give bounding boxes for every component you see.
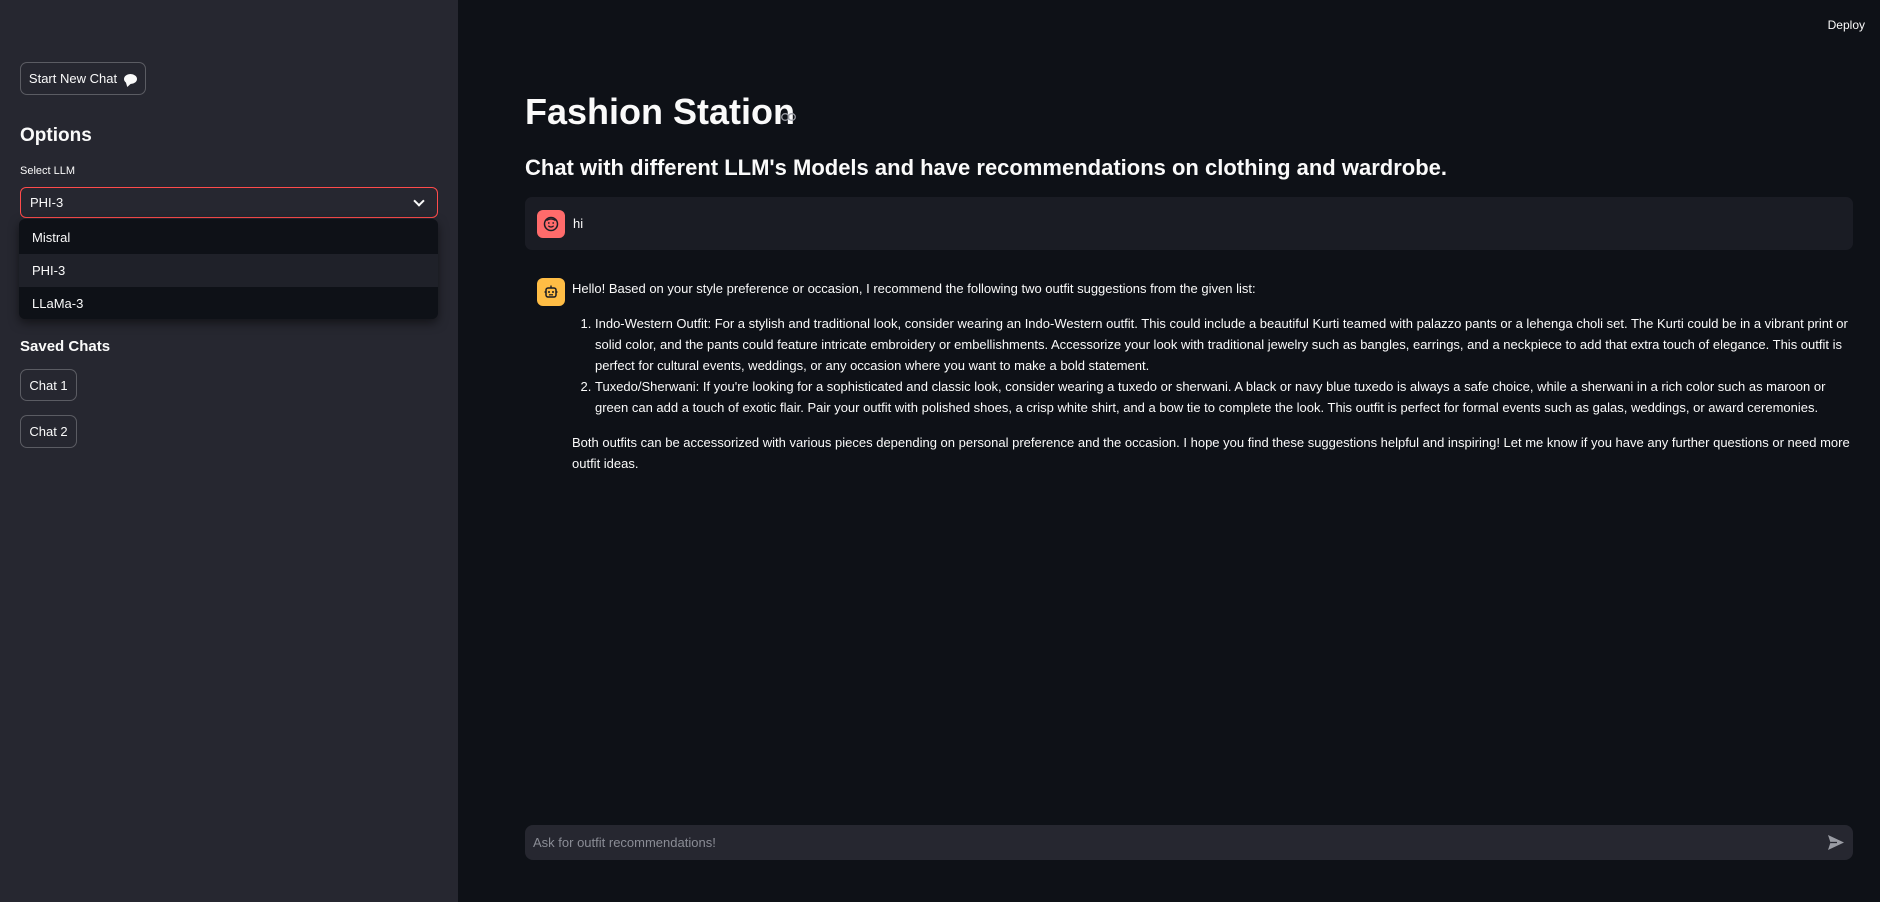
outfit-item-2: Tuxedo/Sherwani: If you're looking for a… <box>595 376 1854 418</box>
speech-bubble-icon <box>124 73 138 84</box>
chat-input[interactable] <box>525 825 1805 860</box>
deploy-button[interactable]: Deploy <box>1828 18 1865 32</box>
outfit-list: Indo-Western Outfit: For a stylish and t… <box>572 313 1854 418</box>
outfit-item-1: Indo-Western Outfit: For a stylish and t… <box>595 313 1854 376</box>
link-icon[interactable] <box>781 113 796 121</box>
chevron-down-icon <box>413 195 425 207</box>
start-new-chat-button[interactable]: Start New Chat <box>20 62 146 95</box>
sidebar: Start New Chat Options Select LLM PHI-3 … <box>0 0 458 902</box>
saved-chats-heading: Saved Chats <box>20 338 111 355</box>
assistant-outro: Both outfits can be accessorized with va… <box>572 435 1850 471</box>
robot-icon <box>544 285 558 298</box>
send-icon[interactable] <box>1827 834 1845 851</box>
user-message: hi <box>525 197 1853 250</box>
options-heading: Options <box>20 125 92 146</box>
user-message-text: hi <box>573 216 584 231</box>
page-subtitle: Chat with different LLM's Models and hav… <box>525 155 1447 180</box>
chat-input-container <box>525 825 1853 860</box>
saved-chat-2-button[interactable]: Chat 2 <box>20 415 77 448</box>
smiley-face-icon <box>543 216 559 232</box>
llm-dropdown-menu: Mistral PHI-3 LLaMa-3 <box>19 219 438 319</box>
llm-select-value: PHI-3 <box>30 195 64 210</box>
saved-chat-1-button[interactable]: Chat 1 <box>20 369 77 401</box>
select-llm-label: Select LLM <box>20 165 76 177</box>
assistant-intro: Hello! Based on your style preference or… <box>572 281 1256 296</box>
llm-option-phi-3[interactable]: PHI-3 <box>19 254 438 287</box>
assistant-avatar <box>537 278 565 306</box>
page-title: Fashion Station <box>525 91 795 132</box>
llm-option-mistral[interactable]: Mistral <box>19 221 438 254</box>
start-new-chat-label: Start New Chat <box>28 71 118 86</box>
assistant-message: Hello! Based on your style preference or… <box>572 278 1854 474</box>
llm-select[interactable]: PHI-3 <box>20 187 438 218</box>
llm-option-llama-3[interactable]: LLaMa-3 <box>19 287 438 319</box>
user-avatar <box>537 210 565 238</box>
